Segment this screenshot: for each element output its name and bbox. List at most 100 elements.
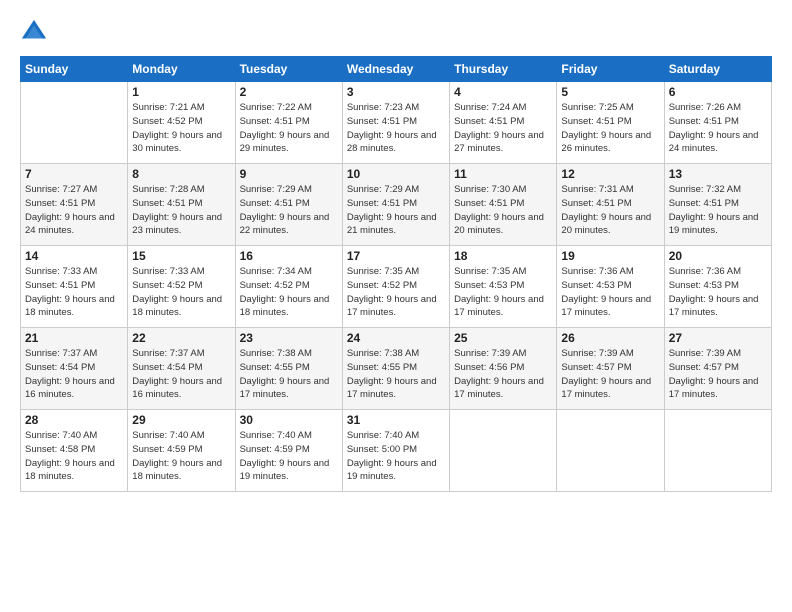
- day-info: Sunrise: 7:40 AM Sunset: 4:59 PM Dayligh…: [132, 429, 230, 484]
- day-number: 31: [347, 413, 445, 427]
- day-info: Sunrise: 7:27 AM Sunset: 4:51 PM Dayligh…: [25, 183, 123, 238]
- day-info: Sunrise: 7:21 AM Sunset: 4:52 PM Dayligh…: [132, 101, 230, 156]
- calendar-cell: 25 Sunrise: 7:39 AM Sunset: 4:56 PM Dayl…: [450, 328, 557, 410]
- calendar-cell: 31 Sunrise: 7:40 AM Sunset: 5:00 PM Dayl…: [342, 410, 449, 492]
- weekday-header-wednesday: Wednesday: [342, 57, 449, 82]
- day-info: Sunrise: 7:33 AM Sunset: 4:52 PM Dayligh…: [132, 265, 230, 320]
- calendar-cell: 17 Sunrise: 7:35 AM Sunset: 4:52 PM Dayl…: [342, 246, 449, 328]
- day-info: Sunrise: 7:38 AM Sunset: 4:55 PM Dayligh…: [240, 347, 338, 402]
- calendar-cell: 29 Sunrise: 7:40 AM Sunset: 4:59 PM Dayl…: [128, 410, 235, 492]
- calendar-cell: 2 Sunrise: 7:22 AM Sunset: 4:51 PM Dayli…: [235, 82, 342, 164]
- calendar-cell: [664, 410, 771, 492]
- day-number: 8: [132, 167, 230, 181]
- day-info: Sunrise: 7:24 AM Sunset: 4:51 PM Dayligh…: [454, 101, 552, 156]
- calendar-cell: [450, 410, 557, 492]
- week-row-4: 21 Sunrise: 7:37 AM Sunset: 4:54 PM Dayl…: [21, 328, 772, 410]
- weekday-header-saturday: Saturday: [664, 57, 771, 82]
- day-info: Sunrise: 7:37 AM Sunset: 4:54 PM Dayligh…: [25, 347, 123, 402]
- calendar-cell: 23 Sunrise: 7:38 AM Sunset: 4:55 PM Dayl…: [235, 328, 342, 410]
- day-info: Sunrise: 7:36 AM Sunset: 4:53 PM Dayligh…: [561, 265, 659, 320]
- calendar-cell: 21 Sunrise: 7:37 AM Sunset: 4:54 PM Dayl…: [21, 328, 128, 410]
- calendar-cell: 15 Sunrise: 7:33 AM Sunset: 4:52 PM Dayl…: [128, 246, 235, 328]
- day-number: 23: [240, 331, 338, 345]
- logo-icon: [20, 18, 48, 46]
- day-info: Sunrise: 7:22 AM Sunset: 4:51 PM Dayligh…: [240, 101, 338, 156]
- day-info: Sunrise: 7:23 AM Sunset: 4:51 PM Dayligh…: [347, 101, 445, 156]
- calendar-cell: [557, 410, 664, 492]
- day-number: 7: [25, 167, 123, 181]
- calendar-cell: 14 Sunrise: 7:33 AM Sunset: 4:51 PM Dayl…: [21, 246, 128, 328]
- day-info: Sunrise: 7:39 AM Sunset: 4:57 PM Dayligh…: [561, 347, 659, 402]
- day-info: Sunrise: 7:25 AM Sunset: 4:51 PM Dayligh…: [561, 101, 659, 156]
- calendar-cell: 9 Sunrise: 7:29 AM Sunset: 4:51 PM Dayli…: [235, 164, 342, 246]
- day-number: 15: [132, 249, 230, 263]
- weekday-header-tuesday: Tuesday: [235, 57, 342, 82]
- calendar-cell: 16 Sunrise: 7:34 AM Sunset: 4:52 PM Dayl…: [235, 246, 342, 328]
- week-row-1: 1 Sunrise: 7:21 AM Sunset: 4:52 PM Dayli…: [21, 82, 772, 164]
- day-number: 4: [454, 85, 552, 99]
- calendar-cell: 26 Sunrise: 7:39 AM Sunset: 4:57 PM Dayl…: [557, 328, 664, 410]
- calendar-cell: [21, 82, 128, 164]
- day-number: 1: [132, 85, 230, 99]
- week-row-5: 28 Sunrise: 7:40 AM Sunset: 4:58 PM Dayl…: [21, 410, 772, 492]
- day-info: Sunrise: 7:31 AM Sunset: 4:51 PM Dayligh…: [561, 183, 659, 238]
- day-number: 10: [347, 167, 445, 181]
- day-number: 26: [561, 331, 659, 345]
- calendar-cell: 10 Sunrise: 7:29 AM Sunset: 4:51 PM Dayl…: [342, 164, 449, 246]
- day-info: Sunrise: 7:35 AM Sunset: 4:52 PM Dayligh…: [347, 265, 445, 320]
- day-info: Sunrise: 7:29 AM Sunset: 4:51 PM Dayligh…: [240, 183, 338, 238]
- calendar-cell: 11 Sunrise: 7:30 AM Sunset: 4:51 PM Dayl…: [450, 164, 557, 246]
- week-row-2: 7 Sunrise: 7:27 AM Sunset: 4:51 PM Dayli…: [21, 164, 772, 246]
- day-info: Sunrise: 7:33 AM Sunset: 4:51 PM Dayligh…: [25, 265, 123, 320]
- day-number: 19: [561, 249, 659, 263]
- weekday-header-friday: Friday: [557, 57, 664, 82]
- day-info: Sunrise: 7:30 AM Sunset: 4:51 PM Dayligh…: [454, 183, 552, 238]
- day-info: Sunrise: 7:39 AM Sunset: 4:57 PM Dayligh…: [669, 347, 767, 402]
- calendar-cell: 7 Sunrise: 7:27 AM Sunset: 4:51 PM Dayli…: [21, 164, 128, 246]
- calendar-cell: 1 Sunrise: 7:21 AM Sunset: 4:52 PM Dayli…: [128, 82, 235, 164]
- day-number: 12: [561, 167, 659, 181]
- day-number: 27: [669, 331, 767, 345]
- day-number: 11: [454, 167, 552, 181]
- calendar-cell: 19 Sunrise: 7:36 AM Sunset: 4:53 PM Dayl…: [557, 246, 664, 328]
- calendar-cell: 28 Sunrise: 7:40 AM Sunset: 4:58 PM Dayl…: [21, 410, 128, 492]
- day-info: Sunrise: 7:37 AM Sunset: 4:54 PM Dayligh…: [132, 347, 230, 402]
- day-info: Sunrise: 7:36 AM Sunset: 4:53 PM Dayligh…: [669, 265, 767, 320]
- day-number: 14: [25, 249, 123, 263]
- day-number: 30: [240, 413, 338, 427]
- day-number: 24: [347, 331, 445, 345]
- day-info: Sunrise: 7:34 AM Sunset: 4:52 PM Dayligh…: [240, 265, 338, 320]
- day-info: Sunrise: 7:40 AM Sunset: 5:00 PM Dayligh…: [347, 429, 445, 484]
- day-number: 16: [240, 249, 338, 263]
- day-number: 18: [454, 249, 552, 263]
- day-info: Sunrise: 7:26 AM Sunset: 4:51 PM Dayligh…: [669, 101, 767, 156]
- day-number: 13: [669, 167, 767, 181]
- weekday-header-row: SundayMondayTuesdayWednesdayThursdayFrid…: [21, 57, 772, 82]
- day-number: 29: [132, 413, 230, 427]
- day-info: Sunrise: 7:39 AM Sunset: 4:56 PM Dayligh…: [454, 347, 552, 402]
- calendar-cell: 24 Sunrise: 7:38 AM Sunset: 4:55 PM Dayl…: [342, 328, 449, 410]
- day-info: Sunrise: 7:32 AM Sunset: 4:51 PM Dayligh…: [669, 183, 767, 238]
- day-number: 6: [669, 85, 767, 99]
- calendar-cell: 22 Sunrise: 7:37 AM Sunset: 4:54 PM Dayl…: [128, 328, 235, 410]
- day-info: Sunrise: 7:38 AM Sunset: 4:55 PM Dayligh…: [347, 347, 445, 402]
- calendar-cell: 6 Sunrise: 7:26 AM Sunset: 4:51 PM Dayli…: [664, 82, 771, 164]
- calendar-cell: 12 Sunrise: 7:31 AM Sunset: 4:51 PM Dayl…: [557, 164, 664, 246]
- day-number: 3: [347, 85, 445, 99]
- calendar-cell: 18 Sunrise: 7:35 AM Sunset: 4:53 PM Dayl…: [450, 246, 557, 328]
- calendar-table: SundayMondayTuesdayWednesdayThursdayFrid…: [20, 56, 772, 492]
- day-info: Sunrise: 7:29 AM Sunset: 4:51 PM Dayligh…: [347, 183, 445, 238]
- day-info: Sunrise: 7:40 AM Sunset: 4:59 PM Dayligh…: [240, 429, 338, 484]
- day-number: 9: [240, 167, 338, 181]
- day-number: 20: [669, 249, 767, 263]
- page: SundayMondayTuesdayWednesdayThursdayFrid…: [0, 0, 792, 612]
- week-row-3: 14 Sunrise: 7:33 AM Sunset: 4:51 PM Dayl…: [21, 246, 772, 328]
- logo: [20, 18, 52, 46]
- day-number: 2: [240, 85, 338, 99]
- day-info: Sunrise: 7:40 AM Sunset: 4:58 PM Dayligh…: [25, 429, 123, 484]
- weekday-header-thursday: Thursday: [450, 57, 557, 82]
- day-number: 28: [25, 413, 123, 427]
- day-number: 21: [25, 331, 123, 345]
- calendar-cell: 4 Sunrise: 7:24 AM Sunset: 4:51 PM Dayli…: [450, 82, 557, 164]
- calendar-cell: 8 Sunrise: 7:28 AM Sunset: 4:51 PM Dayli…: [128, 164, 235, 246]
